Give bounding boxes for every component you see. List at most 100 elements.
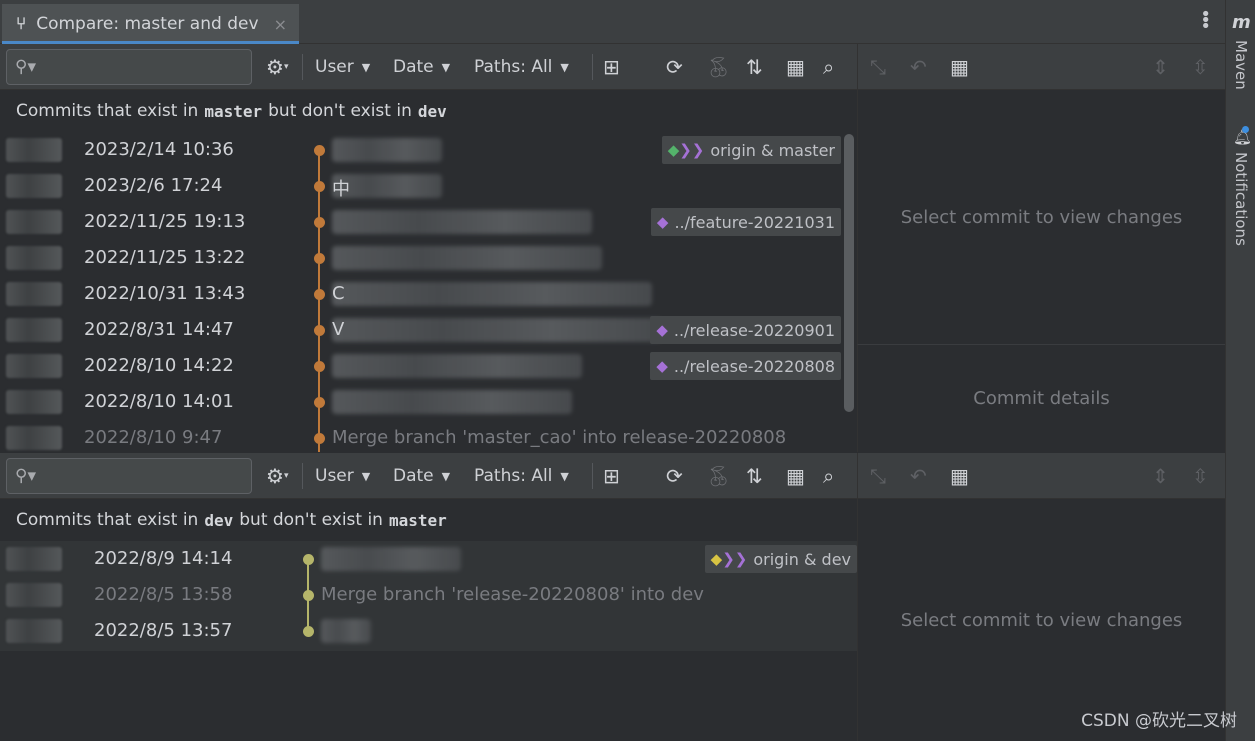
message-redacted (332, 318, 662, 342)
tag-icon: ◆❯❯ (710, 550, 748, 568)
revert-icon[interactable]: ↶ (910, 44, 927, 90)
table-row[interactable]: 2022/8/10 14:22 ◆ ../release-20220808 (0, 348, 845, 384)
search-input[interactable] (39, 58, 240, 76)
ref-label[interactable]: ◆❯❯ origin & dev (704, 545, 857, 573)
table-row[interactable]: 2023/2/6 17:24 中 (0, 168, 845, 204)
refresh-icon[interactable]: ⟳ (666, 44, 683, 90)
user-filter-dropdown[interactable]: User ▼ (315, 453, 370, 499)
commit-list[interactable]: 2022/8/9 14:14 ◆❯❯ origin & dev 2022/8/5 13… (0, 541, 857, 651)
search-input[interactable] (39, 467, 240, 485)
table-row[interactable]: 2022/11/25 19:13 ◆ ../feature-20221031 (0, 204, 845, 240)
sort-icon[interactable]: ⇅ (746, 453, 763, 499)
watermark: CSDN @砍光二叉树 (1081, 711, 1237, 731)
settings-gear-icon[interactable]: ⚙ ▾ (266, 44, 288, 90)
ref-label[interactable]: ◆❯❯ origin & master (661, 136, 841, 164)
user-filter-dropdown[interactable]: User ▼ (315, 44, 370, 90)
compare-panel-bottom: ⚲▾ ⚙ ▾ User ▼ Date ▼ Paths: All ▼ ⊞ ⟳ 🍒︎ ⇅ ▦… (0, 453, 1225, 741)
commit-message: Merge branch 'master_cao' into release-2… (332, 427, 787, 448)
search-box[interactable]: ⚲▾ (6, 49, 252, 85)
graph-node (314, 289, 325, 300)
table-row[interactable]: 2022/8/9 14:14 ◆❯❯ origin & dev (0, 541, 857, 577)
group-by-icon[interactable]: ▦ (950, 453, 969, 499)
commit-date: 2022/8/10 9:47 (84, 427, 223, 448)
scrollbar[interactable] (844, 134, 854, 412)
layout-options-icon[interactable]: ▦ (786, 44, 805, 90)
new-tab-icon[interactable]: ⊞ (603, 44, 620, 90)
message-redacted (332, 210, 592, 234)
collapse-icon[interactable]: ⤡ (870, 44, 886, 90)
refresh-icon[interactable]: ⟳ (666, 453, 683, 499)
more-options-icon[interactable]: • • • (1200, 6, 1211, 36)
table-row[interactable]: 2022/11/25 13:22 (0, 240, 845, 276)
commit-message: 中 (332, 179, 350, 200)
chevron-down-icon: ▼ (560, 469, 569, 483)
search-icon: ⚲▾ (15, 57, 36, 77)
graph-node (314, 145, 325, 156)
collapse-all-icon[interactable]: ⇳ (1192, 453, 1209, 499)
collapse-icon[interactable]: ⤡ (870, 453, 886, 499)
branch-name: master (388, 510, 447, 530)
tab-bar: ⑂ Compare: master and dev × • • • (0, 0, 1225, 44)
cherry-pick-icon[interactable]: 🍒︎ (706, 453, 731, 499)
paths-filter-dropdown[interactable]: Paths: All ▼ (474, 453, 569, 499)
table-row[interactable]: 2022/8/5 13:57 (0, 613, 845, 649)
notifications-tab[interactable]: Notifications (1232, 152, 1250, 246)
changes-toolbar: ⤡ ↶ ▦ ⇕ ⇳ (857, 453, 1225, 499)
tag-icon: ◆ (656, 321, 668, 339)
table-row[interactable]: 2023/2/14 10:36 ◆❯❯ origin & master (0, 132, 845, 168)
ref-label[interactable]: ◆ ../release-20220808 (650, 352, 841, 380)
author-redacted (6, 138, 62, 162)
log-toolbar: ⚲▾ ⚙ ▾ User ▼ Date ▼ Paths: All ▼ ⊞ ⟳ 🍒︎ ⇅ ▦… (0, 44, 857, 90)
ref-label[interactable]: ◆ ../release-20220901 (650, 316, 841, 344)
table-row[interactable]: 2022/8/10 9:47 Merge branch 'master_cao' … (0, 420, 845, 452)
ref-label-text: ../release-20220901 (673, 320, 835, 340)
sort-icon[interactable]: ⇅ (746, 44, 763, 90)
commit-date: 2022/8/5 13:57 (94, 620, 233, 641)
ref-label-text: origin & dev (753, 549, 851, 569)
settings-gear-icon[interactable]: ⚙ ▾ (266, 453, 288, 499)
author-redacted (6, 547, 62, 571)
date-filter-dropdown[interactable]: Date ▼ (393, 453, 450, 499)
graph-node (314, 217, 325, 228)
commit-date: 2022/11/25 19:13 (84, 211, 246, 232)
commit-list[interactable]: 2023/2/14 10:36 ◆❯❯ origin & master 2023/2/… (0, 132, 857, 452)
expand-all-icon[interactable]: ⇕ (1152, 44, 1169, 90)
close-icon[interactable]: × (274, 15, 287, 34)
date-filter-dropdown[interactable]: Date ▼ (393, 44, 450, 90)
graph-node (303, 626, 314, 637)
paths-filter-label: Paths: All (474, 57, 553, 77)
commit-details-pane: Commit details (857, 344, 1225, 452)
graph-node (303, 554, 314, 565)
commit-message: C (332, 283, 345, 304)
find-icon[interactable]: ⌕ (823, 453, 834, 499)
toolbar-separator (302, 54, 303, 80)
cherry-pick-icon[interactable]: 🍒︎ (706, 44, 731, 90)
group-by-icon[interactable]: ▦ (950, 44, 969, 90)
message-redacted (332, 354, 582, 378)
tab-compare[interactable]: ⑂ Compare: master and dev × (2, 4, 299, 44)
maven-icon[interactable]: m (1232, 12, 1251, 33)
commit-date: 2022/11/25 13:22 (84, 247, 246, 268)
find-icon[interactable]: ⌕ (823, 44, 834, 90)
revert-icon[interactable]: ↶ (910, 453, 927, 499)
layout-options-icon[interactable]: ▦ (786, 453, 805, 499)
commit-message: Merge branch 'release-20220808' into dev (321, 584, 704, 605)
table-row[interactable]: 2022/10/31 13:43 C (0, 276, 845, 312)
table-row[interactable]: 2022/8/10 14:01 (0, 384, 845, 420)
tool-window-strip: m Maven 🔔︎ Notifications (1225, 0, 1255, 741)
paths-filter-dropdown[interactable]: Paths: All ▼ (474, 44, 569, 90)
graph-node (314, 181, 325, 192)
tag-icon: ◆❯❯ (667, 141, 705, 159)
new-tab-icon[interactable]: ⊞ (603, 453, 620, 499)
ref-label-text: ../feature-20221031 (674, 212, 835, 232)
maven-tab[interactable]: Maven (1232, 40, 1250, 90)
table-row[interactable]: 2022/8/31 14:47 V ◆ ../release-20220901 (0, 312, 845, 348)
notifications-icon[interactable]: 🔔︎ (1233, 126, 1252, 146)
collapse-all-icon[interactable]: ⇳ (1192, 44, 1209, 90)
expand-all-icon[interactable]: ⇕ (1152, 453, 1169, 499)
ref-label[interactable]: ◆ ../feature-20221031 (650, 208, 841, 236)
table-row[interactable]: 2022/8/5 13:58 Merge branch 'release-2022… (0, 577, 845, 613)
author-redacted (6, 426, 62, 450)
search-box[interactable]: ⚲▾ (6, 458, 252, 494)
commit-date: 2022/8/10 14:22 (84, 355, 234, 376)
